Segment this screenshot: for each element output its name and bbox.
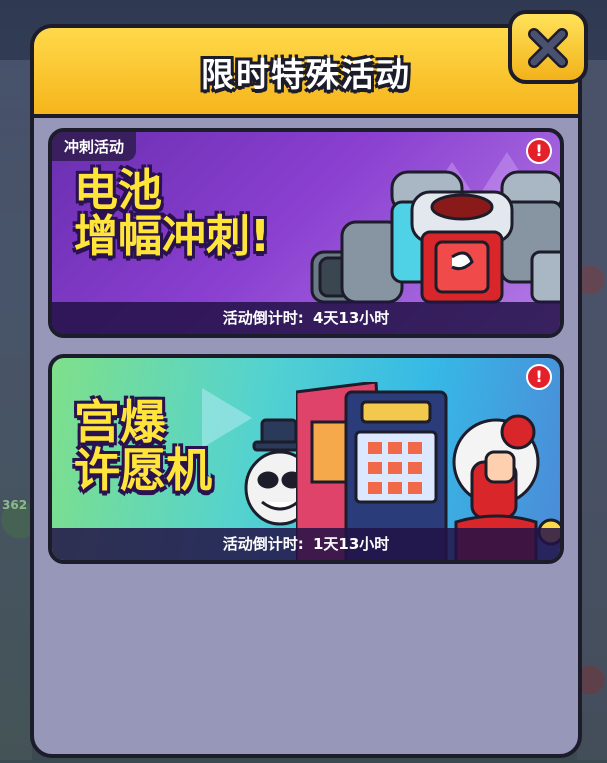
event-card-battery-sprint[interactable]: 冲刺活动 ! 电池 增幅冲刺! 活动倒计时: 4天13小时	[48, 128, 564, 338]
countdown-value: 1天13小时	[312, 535, 390, 553]
event-tag: 冲刺活动	[52, 132, 137, 161]
event-title-line1: 电池	[74, 165, 162, 216]
countdown-value: 4天13小时	[312, 309, 390, 327]
event-title-line2: 许愿机	[74, 443, 212, 498]
special-events-modal: 限时特殊活动 冲刺活动 ! 电池 增幅冲刺! 活动倒计时: 4天13小时 ! 宫…	[30, 24, 582, 758]
battery-cells-icon	[310, 170, 560, 304]
event-title-line2: 增幅冲刺!	[74, 211, 271, 263]
event-title: 宫爆 许愿机	[74, 398, 212, 495]
modal-header: 限时特殊活动	[34, 28, 578, 118]
background-number: 362	[2, 498, 28, 512]
close-icon	[528, 28, 568, 68]
modal-title: 限时特殊活动	[201, 55, 411, 94]
countdown-label: 活动倒计时:	[222, 309, 304, 327]
countdown-label: 活动倒计时:	[222, 535, 304, 553]
event-card-wishing-machine[interactable]: ! 宫爆 许愿机 活动倒计时: 1天13小时	[48, 354, 564, 564]
event-title-line1: 宫爆	[74, 395, 166, 449]
event-title: 电池 增幅冲刺!	[74, 165, 271, 263]
countdown-bar: 活动倒计时: 4天13小时	[52, 302, 560, 334]
close-button[interactable]	[508, 10, 588, 84]
countdown-bar: 活动倒计时: 1天13小时	[52, 528, 560, 560]
background-left-panel	[0, 60, 32, 760]
